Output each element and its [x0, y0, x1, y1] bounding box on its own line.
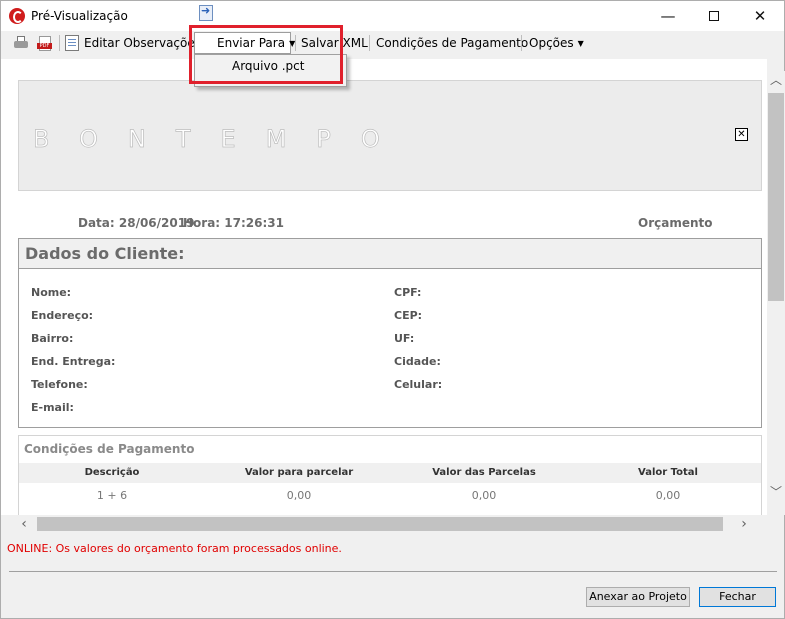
salvar-xml-button[interactable]: Salvar XML	[301, 35, 368, 51]
condicoes-pagamento-title: Condições de Pagamento	[24, 442, 195, 456]
document-time: Hora: 17:26:31	[183, 216, 284, 230]
field-end-entrega: End. Entrega:	[31, 355, 116, 368]
company-banner: BONTEMPO ✕	[18, 80, 762, 191]
preview-viewport[interactable]: BONTEMPO ✕ Data: 28/06/2019 Hora: 17:26:…	[1, 59, 767, 515]
enviar-para-menu: Arquivo .pct	[194, 54, 347, 87]
opcoes-button[interactable]: Opções ▼	[529, 35, 584, 51]
minimize-icon: —	[660, 7, 676, 25]
anexar-projeto-button[interactable]: Anexar ao Projeto	[586, 587, 690, 607]
field-cpf: CPF:	[394, 286, 422, 299]
maximize-button[interactable]	[691, 1, 737, 31]
dados-cliente-panel: Dados do Cliente: Nome: Endereço: Bairro…	[18, 238, 762, 428]
menu-item-arquivo-pct[interactable]: Arquivo .pct	[232, 59, 304, 73]
document-date: Data: 28/06/2019	[78, 216, 195, 230]
field-endereco: Endereço:	[31, 309, 94, 322]
footer-divider	[9, 571, 777, 572]
toolbar-separator	[191, 35, 192, 51]
pagamento-table-header: Descrição Valor para parcelar Valor das …	[19, 463, 761, 483]
field-cep: CEP:	[394, 309, 423, 322]
banner-close-icon[interactable]: ✕	[735, 128, 748, 141]
maximize-icon	[709, 11, 719, 21]
chevron-down-icon: ▼	[577, 39, 584, 48]
col-descricao: Descrição	[84, 467, 140, 478]
scroll-right-icon[interactable]: ›	[735, 515, 753, 533]
notes-icon	[65, 35, 79, 51]
toolbar-separator	[59, 35, 60, 51]
scroll-up-icon[interactable]: ︿	[767, 71, 785, 89]
field-bairro: Bairro:	[31, 332, 74, 345]
scroll-left-icon[interactable]: ‹	[15, 515, 33, 533]
table-row-valor-parcelar: 0,00	[286, 489, 312, 502]
enviar-para-label: Enviar Para ▼	[217, 35, 295, 51]
col-valor-parcelar: Valor para parcelar	[244, 467, 354, 478]
toolbar-separator	[521, 35, 522, 51]
document-type: Orçamento	[638, 216, 713, 230]
title-bar: Pré-Visualização — ✕	[1, 1, 784, 31]
editar-observacoes-button[interactable]: Editar Observações	[84, 35, 201, 51]
field-uf: UF:	[394, 332, 415, 345]
enviar-para-text: Enviar Para	[217, 36, 286, 50]
table-row-valor-total: 0,00	[655, 489, 681, 502]
field-celular: Celular:	[394, 378, 443, 391]
window-title: Pré-Visualização	[31, 9, 128, 23]
horizontal-scrollbar[interactable]: ‹ ›	[15, 515, 767, 533]
minimize-button[interactable]: —	[645, 1, 691, 31]
condicoes-pagamento-button[interactable]: Condições de Pagamento	[376, 35, 528, 51]
col-valor-parcelas: Valor das Parcelas	[432, 467, 536, 478]
field-cidade: Cidade:	[394, 355, 441, 368]
company-logo: BONTEMPO	[33, 125, 410, 154]
print-button[interactable]	[13, 35, 29, 51]
close-icon: ✕	[753, 7, 767, 25]
pdf-tag: PDF	[37, 43, 52, 49]
app-logo-icon	[9, 8, 25, 24]
printer-icon	[14, 41, 28, 48]
preview-window: Pré-Visualização — ✕ PDF Editar Observaç…	[0, 0, 785, 619]
field-nome: Nome:	[31, 286, 72, 299]
col-valor-total: Valor Total	[638, 467, 698, 478]
fechar-button[interactable]: Fechar	[699, 587, 776, 607]
close-window-button[interactable]: ✕	[737, 1, 783, 31]
field-email: E-mail:	[31, 401, 74, 414]
horizontal-scroll-thumb[interactable]	[37, 517, 723, 531]
condicoes-pagamento-panel: Condições de Pagamento Descrição Valor p…	[18, 435, 762, 515]
send-icon	[199, 4, 213, 21]
status-message: ONLINE: Os valores do orçamento foram pr…	[7, 542, 342, 555]
toolbar-separator	[369, 35, 370, 51]
vertical-scrollbar[interactable]: ︿ ﹀	[767, 71, 785, 515]
pdf-button[interactable]: PDF	[37, 35, 53, 51]
dados-cliente-header: Dados do Cliente:	[19, 239, 761, 269]
field-telefone: Telefone:	[31, 378, 88, 391]
table-row-descricao: 1 + 6	[96, 489, 128, 502]
scroll-down-icon[interactable]: ﹀	[767, 483, 785, 501]
table-row-valor-parcelas: 0,00	[471, 489, 497, 502]
opcoes-text: Opções	[529, 36, 574, 50]
vertical-scroll-thumb[interactable]	[768, 93, 784, 301]
toolbar-separator	[295, 35, 296, 51]
